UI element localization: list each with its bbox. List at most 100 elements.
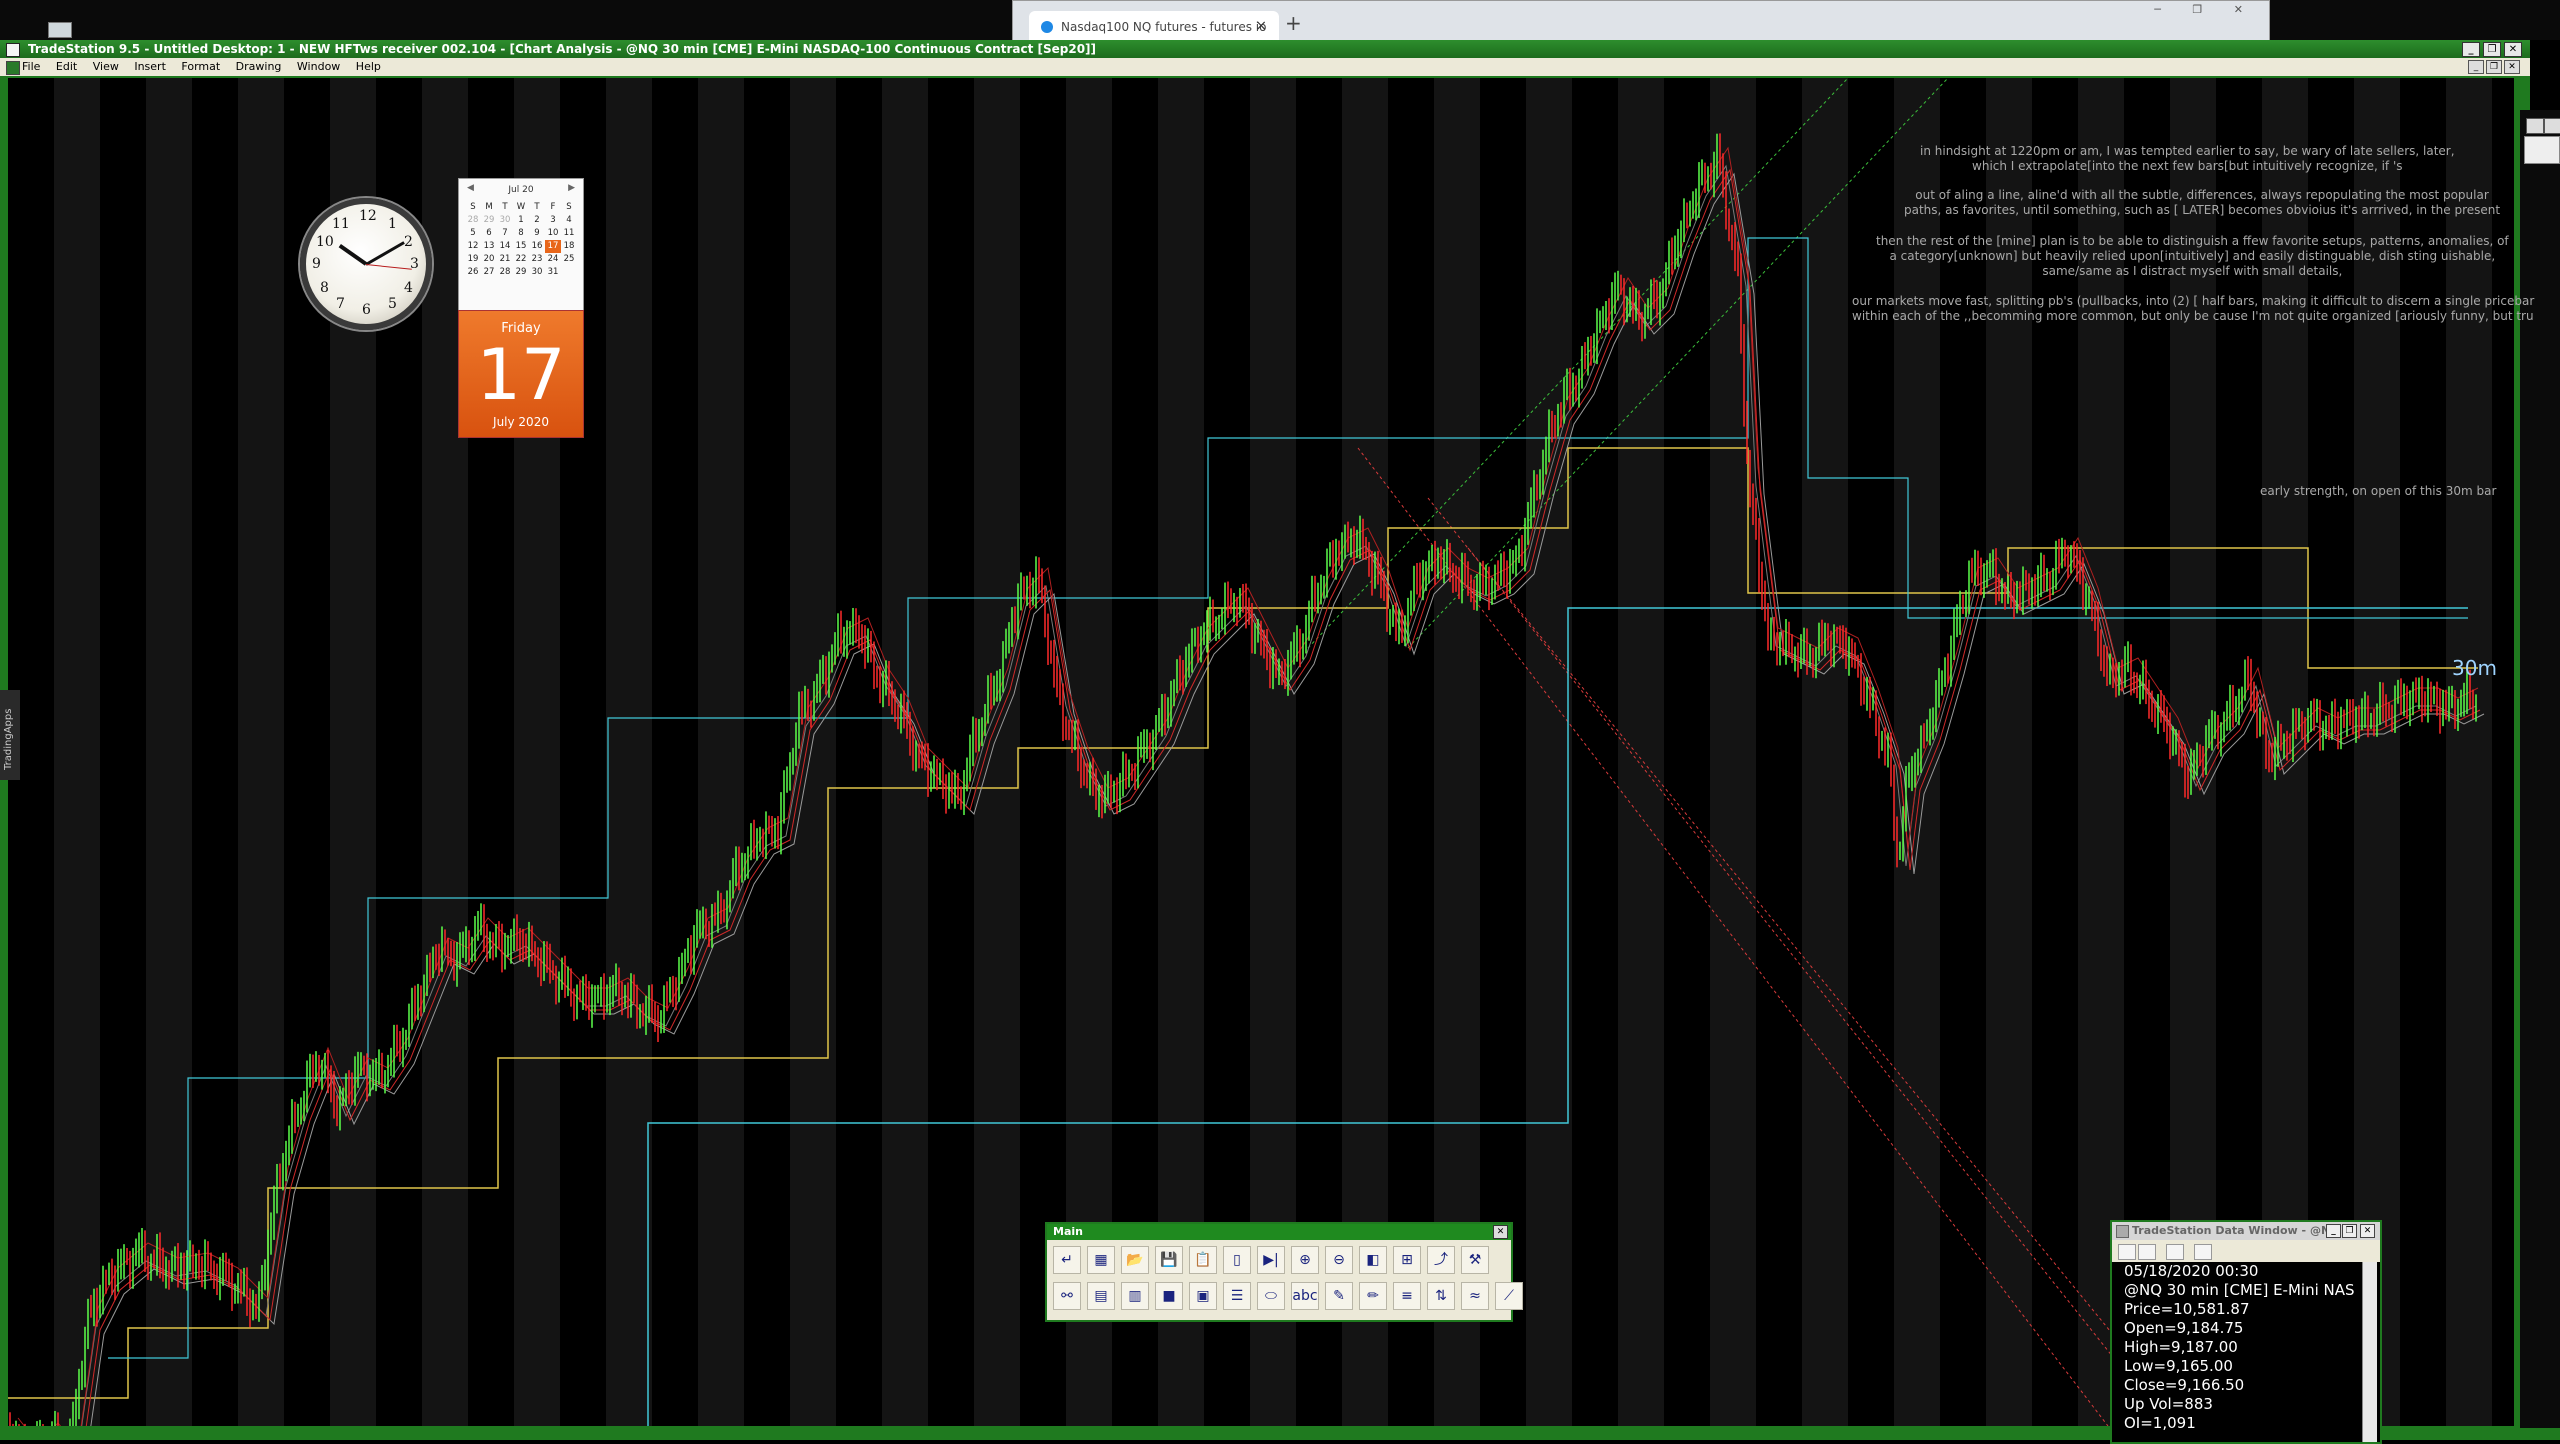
side-window-close-button[interactable]: [2544, 118, 2560, 134]
radar-icon[interactable]: ■: [1155, 1282, 1183, 1310]
minimize-button[interactable]: _: [2462, 42, 2480, 57]
zoom-out-icon[interactable]: ⊖: [1325, 1246, 1353, 1274]
data-window-scrollbar[interactable]: [2362, 1262, 2377, 1442]
side-scroll-button[interactable]: [2524, 136, 2560, 164]
recycle-bin-icon[interactable]: [48, 22, 72, 38]
document-icon[interactable]: [6, 61, 20, 75]
clock-gadget[interactable]: 12 1 2 3 4 5 6 7 8 9 10 11: [300, 198, 432, 330]
calendar-day[interactable]: 9: [529, 227, 545, 240]
calendar-day[interactable]: 30: [497, 214, 513, 227]
calendar-day[interactable]: 27: [481, 266, 497, 279]
trend-icon[interactable]: ⇅: [1427, 1282, 1455, 1310]
dw-minimize-button[interactable]: _: [2326, 1224, 2341, 1238]
close-button[interactable]: ✕: [2504, 42, 2522, 57]
menu-help[interactable]: Help: [356, 58, 381, 76]
wave-icon[interactable]: ≈: [1461, 1282, 1489, 1310]
calendar-day[interactable]: 7: [497, 227, 513, 240]
calendar-day[interactable]: 31: [545, 266, 561, 279]
calendar-day[interactable]: 21: [497, 253, 513, 266]
chart-icon[interactable]: ▥: [1121, 1282, 1149, 1310]
calendar-day[interactable]: 13: [481, 240, 497, 253]
page-icon[interactable]: ▯: [1223, 1246, 1251, 1274]
calendar-gadget[interactable]: ◀ Jul 20 ▶ S M T W T F S 28 29 30 1 2 3 4 5 6 7 8 9 10 11 12 1…: [458, 178, 584, 438]
calendar-day[interactable]: 28: [497, 266, 513, 279]
calendar-day[interactable]: 20: [481, 253, 497, 266]
calendar-day[interactable]: 15: [513, 240, 529, 253]
zoom-in-icon[interactable]: ⊕: [1291, 1246, 1319, 1274]
dw-print-icon[interactable]: [2138, 1244, 2156, 1260]
tools-icon[interactable]: ⚒: [1461, 1246, 1489, 1274]
table-icon[interactable]: ▦: [1087, 1246, 1115, 1274]
dw-grid-icon[interactable]: [2166, 1244, 2184, 1260]
calendar-day[interactable]: 10: [545, 227, 561, 240]
menu-window[interactable]: Window: [297, 58, 340, 76]
calendar-day[interactable]: 29: [481, 214, 497, 227]
strategy-icon[interactable]: ▤: [1087, 1282, 1115, 1310]
calendar-day[interactable]: 19: [465, 253, 481, 266]
data-window-title-bar[interactable]: TradeStation Data Window - @N _ ❐ ✕: [2112, 1222, 2380, 1240]
calendar-day[interactable]: 16: [529, 240, 545, 253]
calendar-day[interactable]: 12: [465, 240, 481, 253]
calendar-day[interactable]: 4: [561, 214, 577, 227]
calendar-day[interactable]: 17: [545, 240, 561, 253]
browser-window-controls[interactable]: ─ ❐ ✕: [2154, 3, 2257, 16]
calendar-day[interactable]: 22: [513, 253, 529, 266]
format-bars-icon[interactable]: ↵: [1053, 1246, 1081, 1274]
indicator-icon[interactable]: ⚯: [1053, 1282, 1081, 1310]
calendar-day[interactable]: 11: [561, 227, 577, 240]
calendar-day[interactable]: 26: [465, 266, 481, 279]
fib-icon[interactable]: ≡: [1393, 1282, 1421, 1310]
new-tab-button[interactable]: +: [1285, 11, 1302, 35]
menu-edit[interactable]: Edit: [56, 58, 77, 76]
copy-icon[interactable]: 📋: [1189, 1246, 1217, 1274]
calendar-day[interactable]: 18: [561, 240, 577, 253]
doc-close-button[interactable]: ✕: [2504, 60, 2520, 74]
symbol-icon[interactable]: ◧: [1359, 1246, 1387, 1274]
grid-icon[interactable]: ⊞: [1393, 1246, 1421, 1274]
ellipse-icon[interactable]: ⬭: [1257, 1282, 1285, 1310]
calendar-day[interactable]: 14: [497, 240, 513, 253]
calendar-day[interactable]: 28: [465, 214, 481, 227]
calendar-day[interactable]: 1: [513, 214, 529, 227]
calendar-day[interactable]: 5: [465, 227, 481, 240]
side-window-button[interactable]: [2526, 118, 2544, 134]
lines-icon[interactable]: ☰: [1223, 1282, 1251, 1310]
menu-view[interactable]: View: [93, 58, 119, 76]
tab-close-icon[interactable]: ×: [1255, 18, 1267, 34]
toolbar-close-button[interactable]: ✕: [1493, 1225, 1508, 1239]
dw-close-button[interactable]: ✕: [2360, 1224, 2375, 1238]
calendar-day[interactable]: [561, 266, 577, 279]
dw-options-icon[interactable]: [2194, 1244, 2212, 1260]
calendar-day[interactable]: 23: [529, 253, 545, 266]
maximize-button[interactable]: ❐: [2483, 42, 2501, 57]
calendar-day[interactable]: 29: [513, 266, 529, 279]
calendar-day[interactable]: 30: [529, 266, 545, 279]
calendar-day[interactable]: 24: [545, 253, 561, 266]
next-bar-icon[interactable]: ▶|: [1257, 1246, 1285, 1274]
doc-minimize-button[interactable]: _: [2468, 60, 2484, 74]
dw-save-icon[interactable]: [2118, 1244, 2136, 1260]
calendar-day[interactable]: 6: [481, 227, 497, 240]
menu-drawing[interactable]: Drawing: [236, 58, 282, 76]
menu-format[interactable]: Format: [181, 58, 220, 76]
menu-file[interactable]: File: [22, 58, 40, 76]
dw-maximize-button[interactable]: ❐: [2342, 1224, 2357, 1238]
calendar-day[interactable]: 3: [545, 214, 561, 227]
open-icon[interactable]: 📂: [1121, 1246, 1149, 1274]
highlighter-icon[interactable]: ✎: [1325, 1282, 1353, 1310]
trading-apps-tab[interactable]: TradingApps: [0, 690, 20, 780]
calendar-day[interactable]: 8: [513, 227, 529, 240]
text-icon[interactable]: abc: [1291, 1282, 1319, 1310]
ruler-icon[interactable]: ⟋: [1495, 1282, 1523, 1310]
save-icon[interactable]: 💾: [1155, 1246, 1183, 1274]
curve-icon[interactable]: ⤴: [1427, 1246, 1455, 1274]
browser-tab[interactable]: Nasdaq100 NQ futures - futures io ×: [1029, 11, 1279, 41]
toolbar-title-bar[interactable]: Main ✕: [1047, 1224, 1511, 1240]
menu-insert[interactable]: Insert: [134, 58, 166, 76]
pencil-icon[interactable]: ✏: [1359, 1282, 1387, 1310]
doc-restore-button[interactable]: ❐: [2486, 60, 2502, 74]
calendar-next-icon[interactable]: ▶: [568, 183, 575, 193]
calendar-day[interactable]: 2: [529, 214, 545, 227]
calendar-day[interactable]: 25: [561, 253, 577, 266]
matrix-icon[interactable]: ▣: [1189, 1282, 1217, 1310]
